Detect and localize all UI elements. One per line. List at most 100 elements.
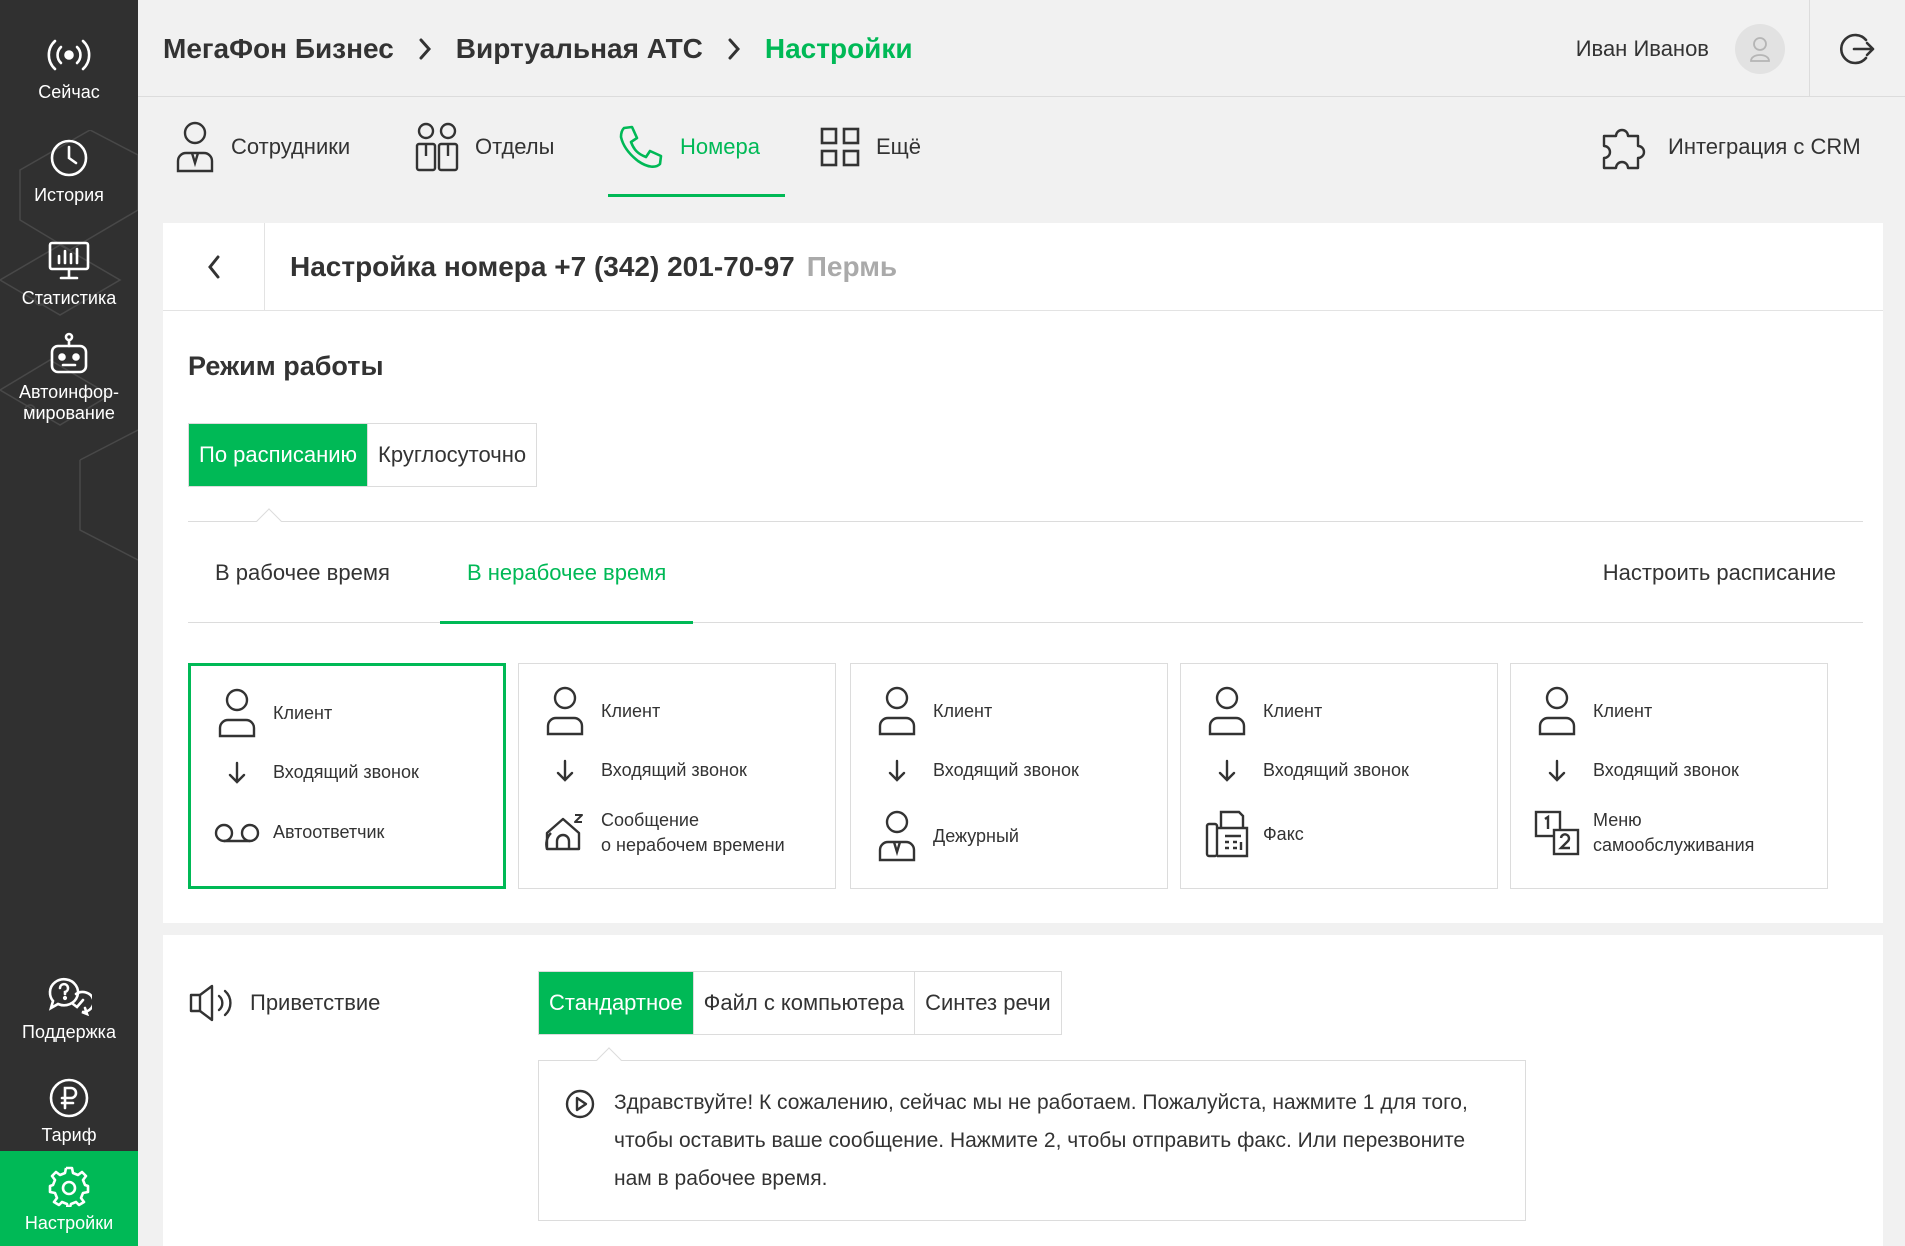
scenario-client-label: Клиент — [1593, 700, 1653, 721]
configure-schedule-link[interactable]: Настроить расписание — [1603, 523, 1836, 623]
arrow-down-icon — [1533, 759, 1581, 783]
number-settings-card: Настройка номера +7 (342) 201-70-97 Перм… — [163, 223, 1883, 923]
number-city: Пермь — [806, 251, 898, 282]
speaker-icon — [188, 983, 236, 1023]
client-icon — [1533, 686, 1581, 736]
chart-monitor-icon — [46, 238, 92, 284]
sidebar-item-history[interactable]: История — [0, 119, 138, 222]
tab-more[interactable]: Ещё — [820, 97, 921, 197]
chevron-left-icon — [207, 255, 219, 279]
tab-label: Отделы — [475, 134, 555, 159]
greeting-text-box: Здравствуйте! К сожалению, сейчас мы не … — [538, 1060, 1526, 1221]
breadcrumb-current-settings: Настройки — [764, 32, 913, 64]
chevron-right-icon — [418, 37, 432, 61]
tab-employees[interactable]: Сотрудники — [175, 97, 350, 197]
number-settings-header: Настройка номера +7 (342) 201-70-97 Перм… — [163, 223, 1883, 311]
number-title: Настройка номера +7 (342) 201-70-97 — [290, 251, 795, 282]
logout-button[interactable] — [1809, 0, 1905, 97]
sidebar-item-label: Тариф — [41, 1125, 97, 1145]
sidebar-item-statistics[interactable]: Статистика — [0, 222, 138, 325]
ruble-icon — [46, 1075, 92, 1121]
user-menu[interactable]: Иван Иванов — [1576, 0, 1785, 97]
scenario-call-label: Входящий звонок — [933, 760, 1079, 780]
breadcrumb: МегаФон Бизнес Виртуальная АТС Настройки — [163, 0, 913, 97]
breadcrumb-megafon-business[interactable]: МегаФон Бизнес — [163, 33, 394, 65]
greeting-text: Здравствуйте! К сожалению, сейчас мы не … — [614, 1091, 1468, 1190]
greeting-option-tts[interactable]: Синтез речи — [914, 972, 1061, 1034]
scenario-client-label: Клиент — [1263, 700, 1323, 721]
tab-label: Номера — [680, 134, 760, 159]
scenario-call-label: Входящий звонок — [273, 762, 419, 782]
sidebar-item-tariff[interactable]: Тариф — [0, 1059, 138, 1162]
employee-icon — [175, 121, 215, 173]
grid-icon — [820, 127, 860, 167]
avatar[interactable] — [1735, 23, 1785, 74]
mode-option-24h[interactable]: Круглосуточно — [367, 424, 537, 486]
scenario-card-voicemail[interactable]: Клиент Входящий звонок Автоответчик — [188, 663, 506, 889]
greeting-label: Приветствие — [188, 983, 380, 1023]
greeting-label-text: Приветствие — [250, 990, 381, 1015]
duty-person-icon — [873, 810, 921, 862]
robot-icon — [46, 332, 92, 378]
logout-icon — [1839, 33, 1874, 64]
tab-work-time[interactable]: В рабочее время — [215, 523, 390, 623]
client-icon — [213, 688, 261, 738]
tab-nonwork-time[interactable]: В нерабочее время — [439, 523, 694, 624]
sidebar-item-label: Поддержка — [22, 1022, 116, 1042]
scenario-client-label: Клиент — [933, 700, 993, 721]
client-icon — [541, 686, 589, 736]
greeting-option-file[interactable]: Файл с компьютера — [692, 972, 915, 1034]
sidebar-item-label: Сейчас — [38, 82, 100, 102]
mode-toggle: По расписанию Круглосуточно — [188, 423, 538, 487]
puzzle-icon — [1600, 122, 1652, 172]
broadcast-icon — [46, 32, 92, 78]
arrow-down-icon — [1203, 759, 1251, 783]
scenario-client-label: Клиент — [273, 702, 333, 723]
tab-label: Интеграция с CRM — [1668, 134, 1861, 159]
arrow-down-icon — [541, 759, 589, 783]
scenario-card-ivr[interactable]: Клиент Входящий звонок Меню самообслужив… — [1510, 663, 1828, 889]
user-name: Иван Иванов — [1575, 35, 1709, 61]
sidebar-item-label: Настройки — [24, 1213, 114, 1233]
greeting-card: Приветствие Стандартное Файл с компьютер… — [163, 935, 1883, 1246]
sidebar-item-now[interactable]: Сейчас — [0, 16, 138, 119]
sidebar-item-support[interactable]: Поддержка — [0, 956, 138, 1059]
scenario-call-label: Входящий звонок — [1263, 760, 1409, 780]
scenario-action-label: Дежурный — [933, 825, 1019, 846]
arrow-down-icon — [873, 759, 921, 783]
tab-label: Ещё — [876, 134, 922, 159]
back-button[interactable] — [163, 223, 265, 311]
scenario-action-label: Факс — [1263, 823, 1304, 844]
scenario-client-label: Клиент — [601, 700, 661, 721]
greeting-option-standard[interactable]: Стандартное — [539, 972, 693, 1034]
sleep-house-icon — [541, 811, 589, 855]
play-button[interactable] — [565, 1089, 595, 1119]
clock-icon — [46, 135, 92, 181]
tab-crm-integration[interactable]: Интеграция с CRM — [1600, 97, 1861, 197]
ivr-menu-icon — [1533, 810, 1581, 856]
tab-departments[interactable]: Отделы — [415, 97, 554, 197]
scenario-action-label: Автоответчик — [273, 822, 385, 842]
sidebar-item-autoinform[interactable]: Автоинфор- мирование — [0, 322, 138, 434]
divider — [188, 521, 1863, 522]
mode-title: Режим работы — [188, 351, 384, 381]
page-title: Настройка номера +7 (342) 201-70-97 Перм… — [290, 223, 897, 311]
departments-icon — [415, 122, 459, 172]
scenario-call-label: Входящий звонок — [1593, 760, 1739, 780]
tab-numbers[interactable]: Номера — [608, 97, 785, 197]
scenario-card-duty[interactable]: Клиент Входящий звонок Дежурный — [850, 663, 1168, 889]
phone-icon — [618, 124, 664, 170]
topbar: МегаФон Бизнес Виртуальная АТС Настройки… — [138, 0, 1905, 97]
client-icon — [873, 686, 921, 736]
breadcrumb-virtual-pbx[interactable]: Виртуальная АТС — [456, 33, 703, 65]
support-chat-icon — [46, 972, 92, 1018]
chevron-right-icon — [727, 37, 741, 61]
mode-option-schedule[interactable]: По расписанию — [189, 424, 368, 486]
fax-icon — [1203, 810, 1251, 858]
scenario-call-label: Входящий звонок — [601, 760, 747, 780]
voicemail-icon — [213, 822, 261, 844]
sidebar-item-label: История — [34, 185, 104, 205]
sidebar-item-settings[interactable]: Настройки — [0, 1151, 138, 1246]
scenario-card-message[interactable]: Клиент Входящий звонок Сообщение о нераб… — [518, 663, 836, 889]
scenario-card-fax[interactable]: Клиент Входящий звонок Факс — [1180, 663, 1498, 889]
